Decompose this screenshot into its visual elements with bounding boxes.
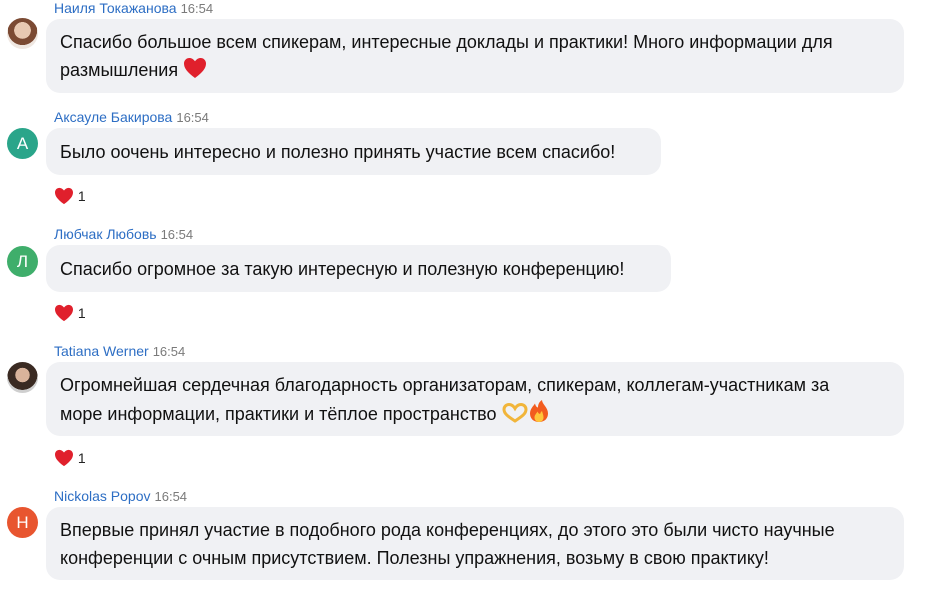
red-heart-icon [55, 304, 73, 322]
avatar[interactable] [7, 362, 38, 393]
message-text-line: Спасибо огромное за такую интересную и п… [60, 259, 625, 279]
message-time: 16:54 [152, 344, 186, 359]
reaction[interactable]: 1 [54, 303, 86, 323]
reaction[interactable]: 1 [54, 186, 86, 206]
red-heart-icon [183, 57, 207, 87]
avatar[interactable]: Н [7, 507, 38, 538]
message-text-line: Было оочень интересно и полезно принять … [60, 142, 616, 162]
message-text-line: размышления [60, 56, 890, 87]
message-header: Tatiana Werner 16:54 [54, 343, 185, 360]
message-time: 16:54 [180, 1, 214, 16]
message-text-line: море информации, практики и тёплое прост… [60, 399, 890, 431]
avatar[interactable]: Л [7, 246, 38, 277]
message-header: Аксауле Бакирова 16:54 [54, 109, 209, 126]
message-text-line: Впервые принял участие в подобного рода … [60, 520, 835, 540]
message-bubble: Огромнейшая сердечная благодарность орга… [46, 362, 904, 436]
reaction[interactable]: 1 [54, 448, 86, 468]
message-bubble: Спасибо большое всем спикерам, интересны… [46, 19, 904, 93]
red-heart-icon [55, 187, 73, 205]
message-text-line: Огромнейшая сердечная благодарность орга… [60, 375, 830, 395]
message-time: 16:54 [154, 489, 188, 504]
message-bubble: Впервые принял участие в подобного рода … [46, 507, 904, 580]
fire-icon [528, 399, 550, 431]
reaction-count: 1 [77, 188, 86, 204]
message-time: 16:54 [176, 110, 209, 125]
author-name[interactable]: Аксауле Бакирова [54, 109, 172, 125]
author-name[interactable]: Tatiana Werner [54, 343, 149, 359]
heart-hands-icon [502, 402, 528, 431]
avatar[interactable]: А [7, 128, 38, 159]
message-text-line: конференции с очным присутствием. Полезн… [60, 548, 769, 568]
author-name[interactable]: Наиля Токажанова [54, 0, 177, 16]
message-bubble: Спасибо огромное за такую интересную и п… [46, 245, 671, 292]
author-name[interactable]: Nickolas Popov [54, 488, 151, 504]
author-name[interactable]: Любчак Любовь [54, 226, 157, 242]
reaction-count: 1 [77, 305, 86, 321]
message-time: 16:54 [160, 227, 194, 242]
message-header: Любчак Любовь 16:54 [54, 226, 193, 243]
message-header: Nickolas Popov 16:54 [54, 488, 187, 505]
red-heart-icon [55, 449, 73, 467]
message-header: Наиля Токажанова 16:54 [54, 0, 213, 17]
message-text-line: Спасибо большое всем спикерам, интересны… [60, 32, 833, 52]
reaction-count: 1 [77, 450, 86, 466]
message-bubble: Было оочень интересно и полезно принять … [46, 128, 661, 175]
avatar[interactable] [7, 18, 38, 49]
